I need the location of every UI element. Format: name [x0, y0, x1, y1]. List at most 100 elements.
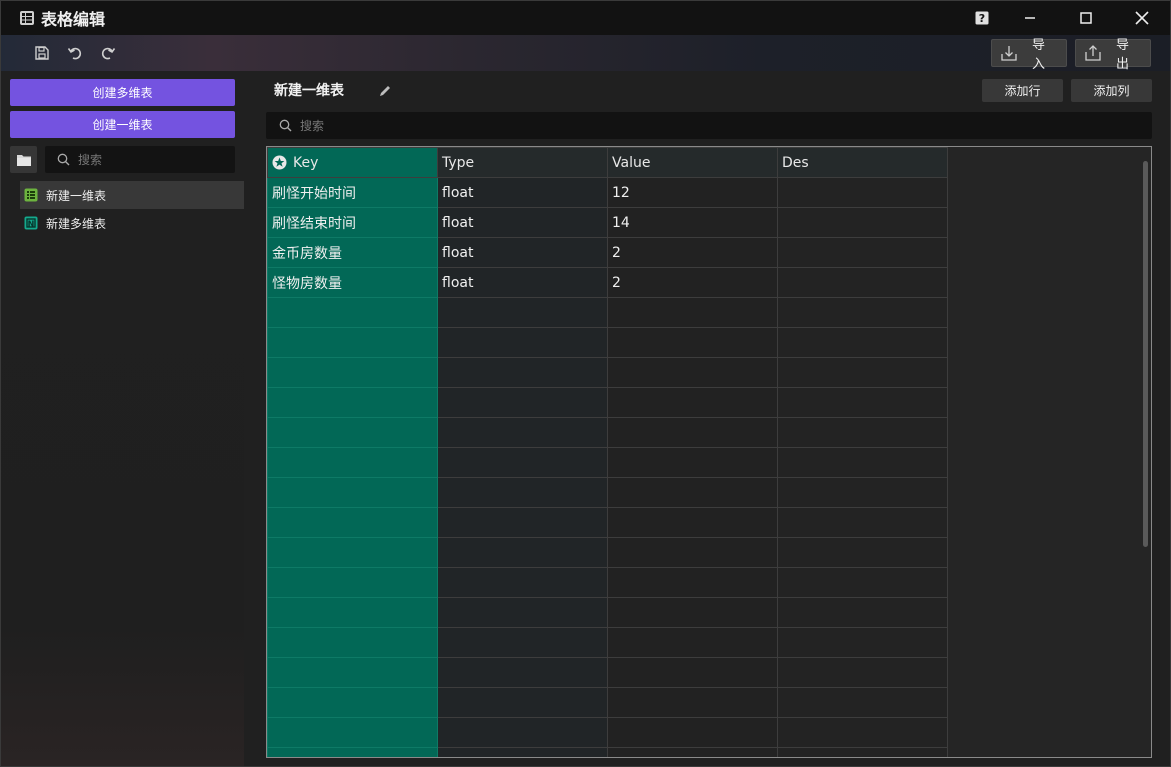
des-cell[interactable]	[777, 237, 948, 268]
value-cell[interactable]: 2	[607, 237, 778, 268]
type-cell[interactable]: float	[437, 267, 608, 298]
empty-cell[interactable]	[437, 537, 608, 568]
save-button[interactable]	[30, 41, 54, 65]
empty-cell[interactable]	[267, 387, 438, 418]
key-cell[interactable]: 刷怪结束时间	[267, 207, 438, 238]
empty-cell[interactable]	[777, 537, 948, 568]
empty-cell[interactable]	[607, 357, 778, 388]
empty-cell[interactable]	[267, 627, 438, 658]
empty-cell[interactable]	[607, 657, 778, 688]
sidebar-search[interactable]	[45, 146, 235, 173]
value-cell[interactable]: 12	[607, 177, 778, 208]
des-cell[interactable]	[777, 207, 948, 238]
empty-cell[interactable]	[777, 297, 948, 328]
empty-cell[interactable]	[267, 657, 438, 688]
empty-cell[interactable]	[437, 477, 608, 508]
sidebar-search-input[interactable]	[78, 152, 228, 167]
des-cell[interactable]	[777, 267, 948, 298]
value-cell[interactable]: 2	[607, 267, 778, 298]
empty-cell[interactable]	[777, 597, 948, 628]
help-button[interactable]: ?	[962, 1, 1002, 35]
key-cell[interactable]: 怪物房数量	[267, 267, 438, 298]
empty-cell[interactable]	[777, 627, 948, 658]
tree-item-multi-table[interactable]: N 新建多维表	[20, 209, 244, 237]
des-cell[interactable]	[777, 177, 948, 208]
add-row-button[interactable]: 添加行	[982, 79, 1063, 102]
empty-cell[interactable]	[437, 327, 608, 358]
empty-cell[interactable]	[267, 507, 438, 538]
maximize-button[interactable]	[1058, 1, 1114, 35]
empty-cell[interactable]	[607, 297, 778, 328]
value-cell[interactable]: 14	[607, 207, 778, 238]
empty-cell[interactable]	[607, 597, 778, 628]
table-search-input[interactable]	[300, 118, 1100, 133]
empty-cell[interactable]	[607, 417, 778, 448]
empty-cell[interactable]	[607, 507, 778, 538]
empty-cell[interactable]	[437, 627, 608, 658]
key-cell[interactable]: 金币房数量	[267, 237, 438, 268]
empty-cell[interactable]	[437, 297, 608, 328]
key-cell[interactable]: 刷怪开始时间	[267, 177, 438, 208]
empty-cell[interactable]	[777, 417, 948, 448]
empty-cell[interactable]	[607, 717, 778, 748]
import-button[interactable]: 导入	[991, 38, 1067, 72]
vertical-scrollbar[interactable]	[1143, 161, 1148, 547]
empty-cell[interactable]	[267, 747, 438, 757]
empty-cell[interactable]	[777, 567, 948, 598]
empty-cell[interactable]	[777, 507, 948, 538]
empty-cell[interactable]	[777, 477, 948, 508]
type-cell[interactable]: float	[437, 207, 608, 238]
empty-cell[interactable]	[777, 687, 948, 718]
empty-cell[interactable]	[437, 717, 608, 748]
column-header-key[interactable]: Key	[267, 147, 438, 178]
table-search[interactable]	[266, 112, 1152, 139]
empty-cell[interactable]	[607, 387, 778, 418]
minimize-button[interactable]	[1002, 1, 1058, 35]
empty-cell[interactable]	[777, 717, 948, 748]
empty-cell[interactable]	[267, 687, 438, 718]
empty-cell[interactable]	[267, 417, 438, 448]
empty-cell[interactable]	[267, 567, 438, 598]
column-header-value[interactable]: Value	[607, 147, 778, 178]
empty-cell[interactable]	[437, 447, 608, 478]
empty-cell[interactable]	[777, 387, 948, 418]
empty-cell[interactable]	[437, 507, 608, 538]
empty-cell[interactable]	[607, 537, 778, 568]
undo-button[interactable]	[63, 41, 87, 65]
export-button[interactable]: 导出	[1075, 38, 1151, 72]
empty-cell[interactable]	[777, 657, 948, 688]
empty-cell[interactable]	[267, 597, 438, 628]
empty-cell[interactable]	[607, 747, 778, 757]
empty-cell[interactable]	[437, 657, 608, 688]
type-cell[interactable]: float	[437, 237, 608, 268]
empty-cell[interactable]	[267, 477, 438, 508]
empty-cell[interactable]	[267, 297, 438, 328]
empty-cell[interactable]	[607, 567, 778, 598]
type-cell[interactable]: float	[437, 177, 608, 208]
empty-cell[interactable]	[267, 327, 438, 358]
empty-cell[interactable]	[267, 537, 438, 568]
empty-cell[interactable]	[437, 357, 608, 388]
column-header-type[interactable]: Type	[437, 147, 608, 178]
empty-cell[interactable]	[777, 327, 948, 358]
empty-cell[interactable]	[777, 747, 948, 757]
empty-cell[interactable]	[607, 687, 778, 718]
column-header-des[interactable]: Des	[777, 147, 948, 178]
empty-cell[interactable]	[437, 417, 608, 448]
add-column-button[interactable]: 添加列	[1071, 79, 1152, 102]
rename-button[interactable]	[378, 83, 392, 102]
empty-cell[interactable]	[437, 687, 608, 718]
create-multi-table-button[interactable]: 创建多维表	[10, 79, 235, 106]
folder-button[interactable]	[10, 146, 37, 173]
empty-cell[interactable]	[607, 327, 778, 358]
empty-cell[interactable]	[437, 567, 608, 598]
empty-cell[interactable]	[777, 357, 948, 388]
empty-cell[interactable]	[607, 627, 778, 658]
empty-cell[interactable]	[267, 717, 438, 748]
empty-cell[interactable]	[267, 357, 438, 388]
empty-cell[interactable]	[437, 597, 608, 628]
redo-button[interactable]	[96, 41, 120, 65]
empty-cell[interactable]	[267, 447, 438, 478]
empty-cell[interactable]	[607, 477, 778, 508]
close-button[interactable]	[1114, 1, 1170, 35]
